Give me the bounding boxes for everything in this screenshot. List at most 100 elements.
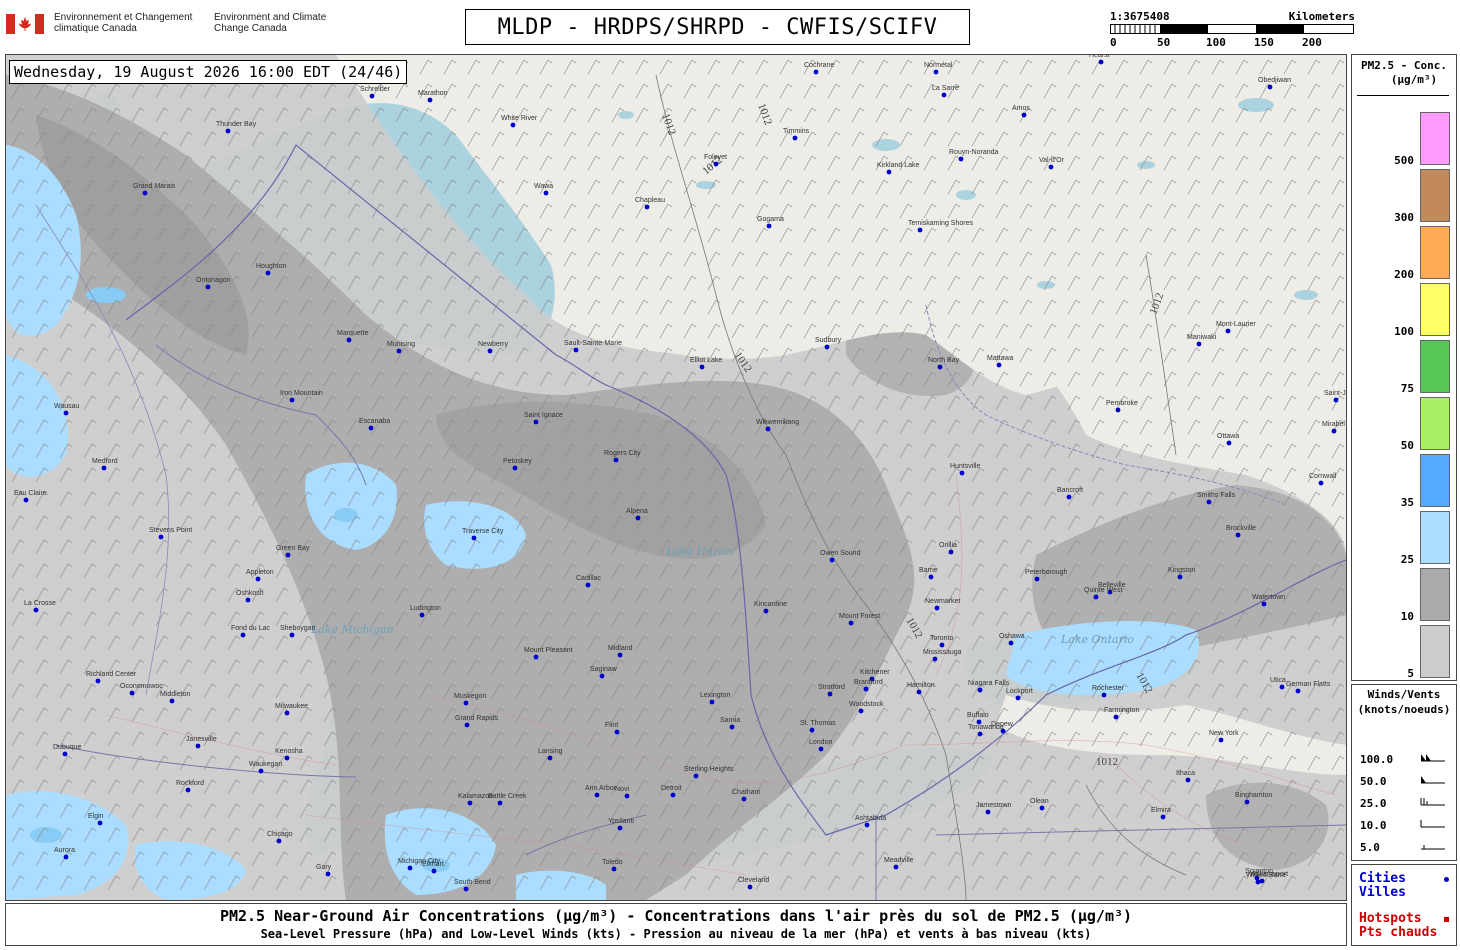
city-dot-icon [1226, 440, 1232, 446]
hotspots-label-fr: Pts chauds [1359, 925, 1438, 940]
city-label: Normétal [924, 62, 953, 69]
city-dot-icon [624, 793, 630, 799]
svg-text:1012: 1012 [1096, 756, 1118, 768]
city-dot-icon [97, 820, 103, 826]
city-label: St. Thomas [800, 720, 836, 727]
city-label: Novi [615, 786, 629, 793]
caption-line-1: PM2.5 Near-Ground Air Concentrations (µg… [219, 907, 1133, 925]
city-label: Maniwaki [1187, 334, 1217, 341]
city-dot-icon [1066, 494, 1072, 500]
hotspot-square-icon [1444, 917, 1449, 922]
city-label: Appleton [246, 569, 274, 576]
wind-barb-10-icon [1420, 820, 1445, 828]
city-label: Gogama [757, 216, 784, 223]
city-dot-icon [63, 854, 69, 860]
pm25-color-swatch [1420, 226, 1450, 279]
city-label: Kenosha [275, 748, 303, 755]
city-dot-icon [977, 731, 983, 737]
city-label: Chatham [732, 789, 761, 796]
city-dot-icon [1244, 799, 1250, 805]
wind-barbs [6, 55, 1346, 900]
city-label: Grand Rapids [455, 715, 499, 722]
city-dot-icon [258, 768, 264, 774]
city-dot-icon [1259, 878, 1265, 884]
city-dot-icon [1160, 814, 1166, 820]
city-label: Woodstock [849, 701, 884, 708]
city-dot-icon [1225, 328, 1231, 334]
city-dot-icon [369, 93, 375, 99]
city-label: Hearst [1089, 55, 1110, 59]
forecast-timestamp: Wednesday, 19 August 2026 16:00 EDT (24/… [9, 60, 408, 84]
city-dot-icon [62, 751, 68, 757]
scale-ticks: 0 50 100 150 200 [1110, 36, 1355, 50]
city-label: South Bend [454, 879, 491, 886]
city-dot-icon [185, 787, 191, 793]
pm25-color-swatch [1420, 568, 1450, 621]
city-label: Elkhart [422, 861, 444, 868]
city-label: Mont-Laurier [1216, 321, 1256, 328]
city-label: Milwaukee [275, 703, 308, 710]
city-label: Elmira [1151, 807, 1171, 814]
city-dot-icon [829, 557, 835, 563]
hotspots-label-en: Hotspots [1359, 911, 1422, 926]
wind-legend: Winds/Vents (knots/noeuds) 100.0 50.0 25… [1351, 684, 1457, 861]
pm25-bin-label: 75 [1400, 382, 1414, 395]
city-label: Kitchener [860, 669, 890, 676]
city-dot-icon [101, 465, 107, 471]
city-dot-icon [614, 729, 620, 735]
map-view[interactable]: 1012 1012 1012 1012 1012 1012 1012 1012 … [5, 54, 1347, 901]
city-label: Sarnia [720, 717, 740, 724]
city-dot-icon [284, 710, 290, 716]
city-dot-icon [693, 773, 699, 779]
pm25-color-swatch [1420, 454, 1450, 507]
city-label: Escanaba [359, 418, 390, 425]
city-dot-icon [396, 348, 402, 354]
city-dot-icon [766, 223, 772, 229]
city-label: Houghton [256, 263, 286, 270]
city-label: Ann Arbor [585, 785, 617, 792]
city-label: Oshawa [999, 633, 1025, 640]
pm25-bin-label: 25 [1400, 553, 1414, 566]
wind-barb-5-icon [1421, 845, 1445, 850]
city-dot-icon [276, 838, 282, 844]
city-dot-icon [471, 535, 477, 541]
city-dot-icon [169, 698, 175, 704]
city-dot-icon [996, 362, 1002, 368]
city-dot-icon [916, 689, 922, 695]
city-dot-icon [573, 347, 579, 353]
scale-tick: 50 [1157, 36, 1171, 49]
city-dot-icon [1318, 480, 1324, 486]
city-dot-icon [917, 227, 923, 233]
wind-row-5: 5.0 [1360, 841, 1450, 855]
pm25-legend: PM2.5 - Conc. (µg/m³) 500 300 200 100 75 50 35… [1351, 54, 1457, 681]
city-label: Muskegon [454, 693, 486, 700]
pm25-legend-unit: (µg/m³) [1390, 73, 1438, 86]
city-dot-icon [1098, 59, 1104, 65]
city-label: Tonawanda [968, 724, 1004, 731]
city-label: Mount Pleasant [524, 647, 573, 654]
wind-speed-label: 100.0 [1360, 753, 1394, 766]
caption: PM2.5 Near-Ground Air Concentrations (µg… [5, 903, 1347, 946]
city-dot-icon [245, 597, 251, 603]
city-dot-icon [747, 884, 753, 890]
city-dot-icon [1008, 640, 1014, 646]
city-label: Wausau [54, 403, 80, 410]
city-label: Oconomowoc [120, 683, 163, 690]
city-label: Cadillac [576, 575, 601, 582]
city-label: Aurora [54, 847, 75, 854]
scale-ratio: 1:3675408 [1110, 10, 1170, 23]
city-label: Iron Mountain [280, 390, 323, 397]
city-label: Cornwall [1309, 473, 1337, 480]
city-label: Elliot Lake [690, 357, 722, 364]
city-label: Middleton [160, 691, 190, 698]
city-label: Cochrane [804, 62, 834, 69]
city-label: Sudbury [815, 337, 842, 344]
city-label: Bancroft [1057, 487, 1083, 494]
city-label: Barrie [919, 567, 938, 574]
city-label: Petoskey [503, 458, 532, 465]
scale-tick: 150 [1254, 36, 1274, 49]
city-label: Peterborough [1025, 569, 1068, 576]
city-dot-icon [934, 605, 940, 611]
svg-text:Lake Huron: Lake Huron [665, 545, 732, 558]
city-dot-icon [1444, 877, 1449, 882]
